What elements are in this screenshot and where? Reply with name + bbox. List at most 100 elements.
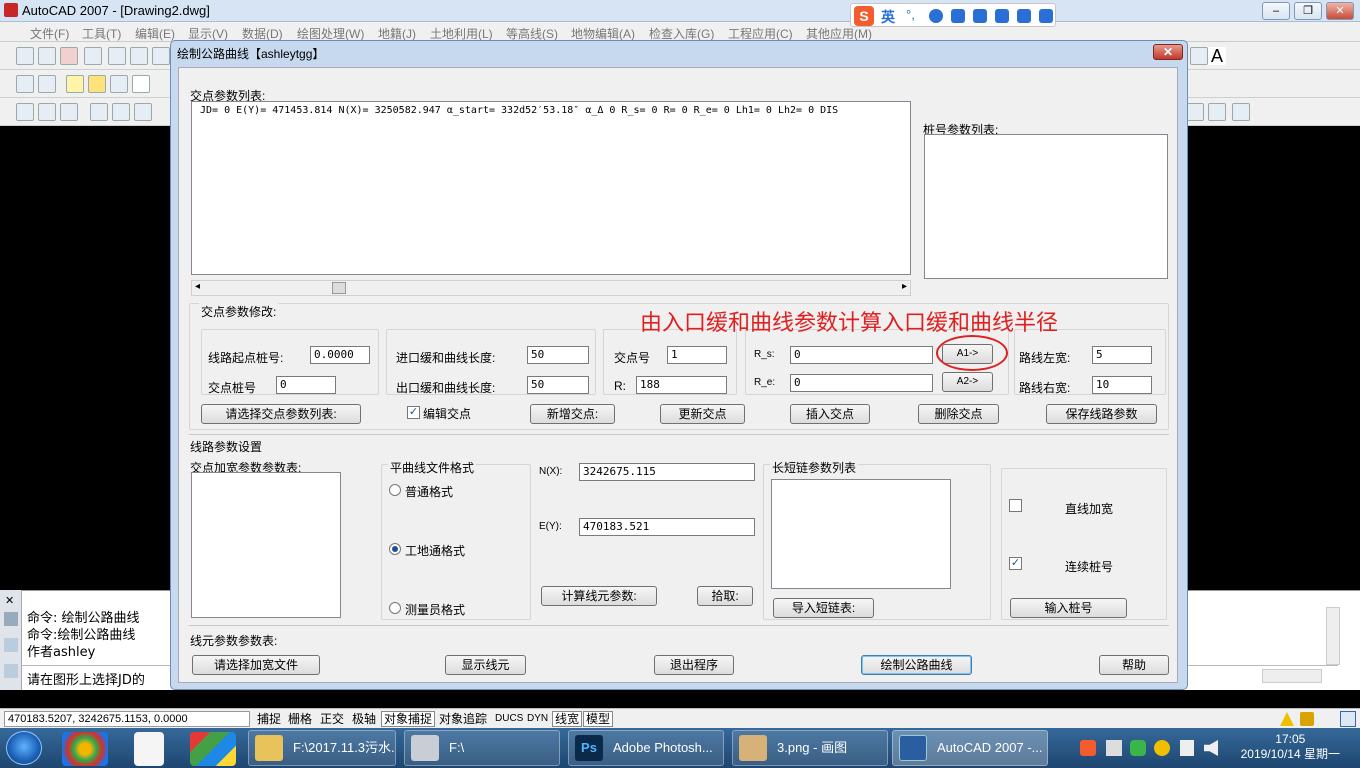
close-icon[interactable]: ✕ — [5, 594, 14, 607]
open-icon[interactable] — [38, 103, 56, 121]
volume-icon[interactable] — [1204, 740, 1218, 756]
prompt-icon[interactable] — [4, 664, 18, 678]
skin-icon[interactable] — [995, 9, 1009, 23]
exit-program-button[interactable]: 退出程序 — [654, 655, 734, 675]
re-input[interactable]: 0 — [790, 374, 933, 392]
format-gongditong-radio[interactable] — [389, 543, 401, 555]
mic-icon[interactable] — [951, 9, 965, 23]
preview-icon[interactable] — [112, 103, 130, 121]
minimize-button[interactable]: – — [1262, 2, 1290, 20]
command-scrollbar[interactable] — [1326, 607, 1340, 665]
emoji-icon[interactable] — [929, 9, 943, 23]
mtext-icon[interactable] — [1186, 103, 1204, 121]
history-icon[interactable] — [4, 638, 18, 652]
a2-button[interactable]: A2-> — [942, 372, 993, 392]
command-window-handle[interactable]: ✕ — [0, 590, 22, 690]
text-style-icon[interactable]: A — [1208, 47, 1226, 65]
network-icon[interactable] — [1106, 740, 1122, 756]
scroll-right-icon[interactable]: ▸ — [902, 281, 907, 292]
shirt-icon[interactable] — [1017, 9, 1031, 23]
add-jd-button[interactable]: 新增交点: — [530, 404, 615, 424]
menu-tools[interactable]: 工具(T) — [82, 25, 121, 42]
close-app-button[interactable]: ✕ — [1326, 2, 1354, 20]
dyn-button[interactable]: DYN — [524, 711, 551, 727]
ime-punct[interactable]: °, — [906, 7, 915, 22]
lwt-button[interactable]: 线宽 — [552, 711, 583, 727]
tool-icon[interactable] — [60, 47, 78, 65]
draw-curve-button[interactable]: 绘制公路曲线 — [861, 655, 972, 675]
polar-button[interactable]: 极轴 — [349, 711, 379, 727]
tool-icon[interactable] — [130, 47, 148, 65]
help-button[interactable]: 帮助 — [1099, 655, 1169, 675]
dialog-close-button[interactable]: ✕ — [1153, 44, 1183, 60]
sogou-tray-icon[interactable] — [1080, 740, 1096, 756]
keyboard-icon[interactable] — [973, 9, 987, 23]
format-normal-radio[interactable] — [389, 484, 401, 496]
layer-state-icon[interactable] — [38, 75, 56, 93]
nx-input[interactable]: 3242675.115 — [579, 463, 755, 481]
select-jd-list-button[interactable]: 请选择交点参数列表: — [201, 404, 361, 424]
taskbar-item-autocad[interactable]: AutoCAD 2007 -... — [892, 730, 1048, 766]
lock-icon[interactable] — [110, 75, 128, 93]
menu-edit[interactable]: 编辑(E) — [135, 25, 175, 42]
jd-no-input[interactable]: 1 — [667, 346, 727, 364]
snap-button[interactable]: 捕捉 — [254, 711, 284, 727]
left-width-input[interactable]: 5 — [1092, 346, 1152, 364]
menu-file[interactable]: 文件(F) — [30, 25, 69, 42]
straight-widen-checkbox[interactable] — [1009, 499, 1022, 512]
lock-icon[interactable] — [1300, 712, 1314, 726]
tool-icon[interactable] — [1190, 47, 1208, 65]
in-spiral-input[interactable]: 50 — [527, 346, 589, 364]
document-pin-icon[interactable] — [134, 732, 164, 766]
osnap-button[interactable]: 对象捕捉 — [381, 711, 436, 727]
pick-button[interactable]: 拾取: — [697, 586, 753, 606]
continuous-stake-checkbox[interactable]: ✓ — [1009, 557, 1022, 570]
warning-icon[interactable] — [1280, 712, 1294, 726]
ime-toolbar[interactable]: S 英 °, — [850, 3, 1056, 27]
tool-icon[interactable] — [16, 47, 34, 65]
right-width-input[interactable]: 10 — [1092, 376, 1152, 394]
ime-lang[interactable]: 英 — [881, 7, 895, 27]
input-stake-button[interactable]: 输入桩号 — [1010, 598, 1127, 618]
ducs-button[interactable]: DUCS — [492, 711, 526, 727]
security-icon[interactable] — [1130, 740, 1146, 756]
sogou-icon[interactable]: S — [854, 6, 874, 26]
bulb-icon[interactable] — [66, 75, 84, 93]
delete-jd-button[interactable]: 删除交点 — [918, 404, 999, 424]
publish-icon[interactable] — [134, 103, 152, 121]
scroll-thumb[interactable] — [332, 282, 346, 294]
app-pin-icon[interactable] — [190, 732, 236, 766]
jd-list-hscroll[interactable]: ◂ ▸ — [191, 280, 911, 296]
grid-button[interactable]: 栅格 — [285, 711, 315, 727]
tool-icon[interactable] — [38, 47, 56, 65]
out-spiral-input[interactable]: 50 — [527, 376, 589, 394]
select-widen-file-button[interactable]: 请选择加宽文件 — [192, 655, 320, 675]
tool-icon[interactable] — [84, 47, 102, 65]
restore-button[interactable]: ❐ — [1294, 2, 1322, 20]
start-stake-input[interactable]: 0.0000 — [310, 346, 370, 364]
layer-icon[interactable] — [16, 75, 34, 93]
command-hscroll[interactable] — [1262, 669, 1322, 683]
taskbar-item-folder[interactable]: F:\2017.11.3污水... — [248, 730, 396, 766]
import-chain-button[interactable]: 导入短链表: — [773, 598, 874, 618]
jd-param-list[interactable]: JD= 0 E(Y)= 471453.814 N(X)= 3250582.947… — [191, 101, 911, 275]
jd-stake-input[interactable]: 0 — [276, 376, 336, 394]
chain-param-list[interactable] — [771, 479, 951, 589]
rs-input[interactable]: 0 — [790, 346, 933, 364]
clock[interactable]: 17:05 2019/10/14 星期一 — [1241, 732, 1340, 762]
save-icon[interactable] — [60, 103, 78, 121]
ortho-button[interactable]: 正交 — [317, 711, 347, 727]
taskbar-item-paint[interactable]: 3.png - 画图 — [732, 730, 888, 766]
show-element-button[interactable]: 显示线元 — [445, 655, 526, 675]
model-button[interactable]: 模型 — [583, 711, 614, 727]
scroll-left-icon[interactable]: ◂ — [195, 281, 200, 292]
print-icon[interactable] — [90, 103, 108, 121]
format-surveyor-radio[interactable] — [389, 602, 401, 614]
command-prompt[interactable]: 请在图形上选择JD的 — [27, 669, 145, 688]
widen-param-list[interactable] — [191, 472, 341, 618]
tool-icon[interactable] — [108, 47, 126, 65]
clean-screen-icon[interactable] — [1340, 711, 1356, 727]
start-button[interactable] — [6, 731, 42, 765]
update-jd-button[interactable]: 更新交点 — [660, 404, 745, 424]
sun-icon[interactable] — [88, 75, 106, 93]
